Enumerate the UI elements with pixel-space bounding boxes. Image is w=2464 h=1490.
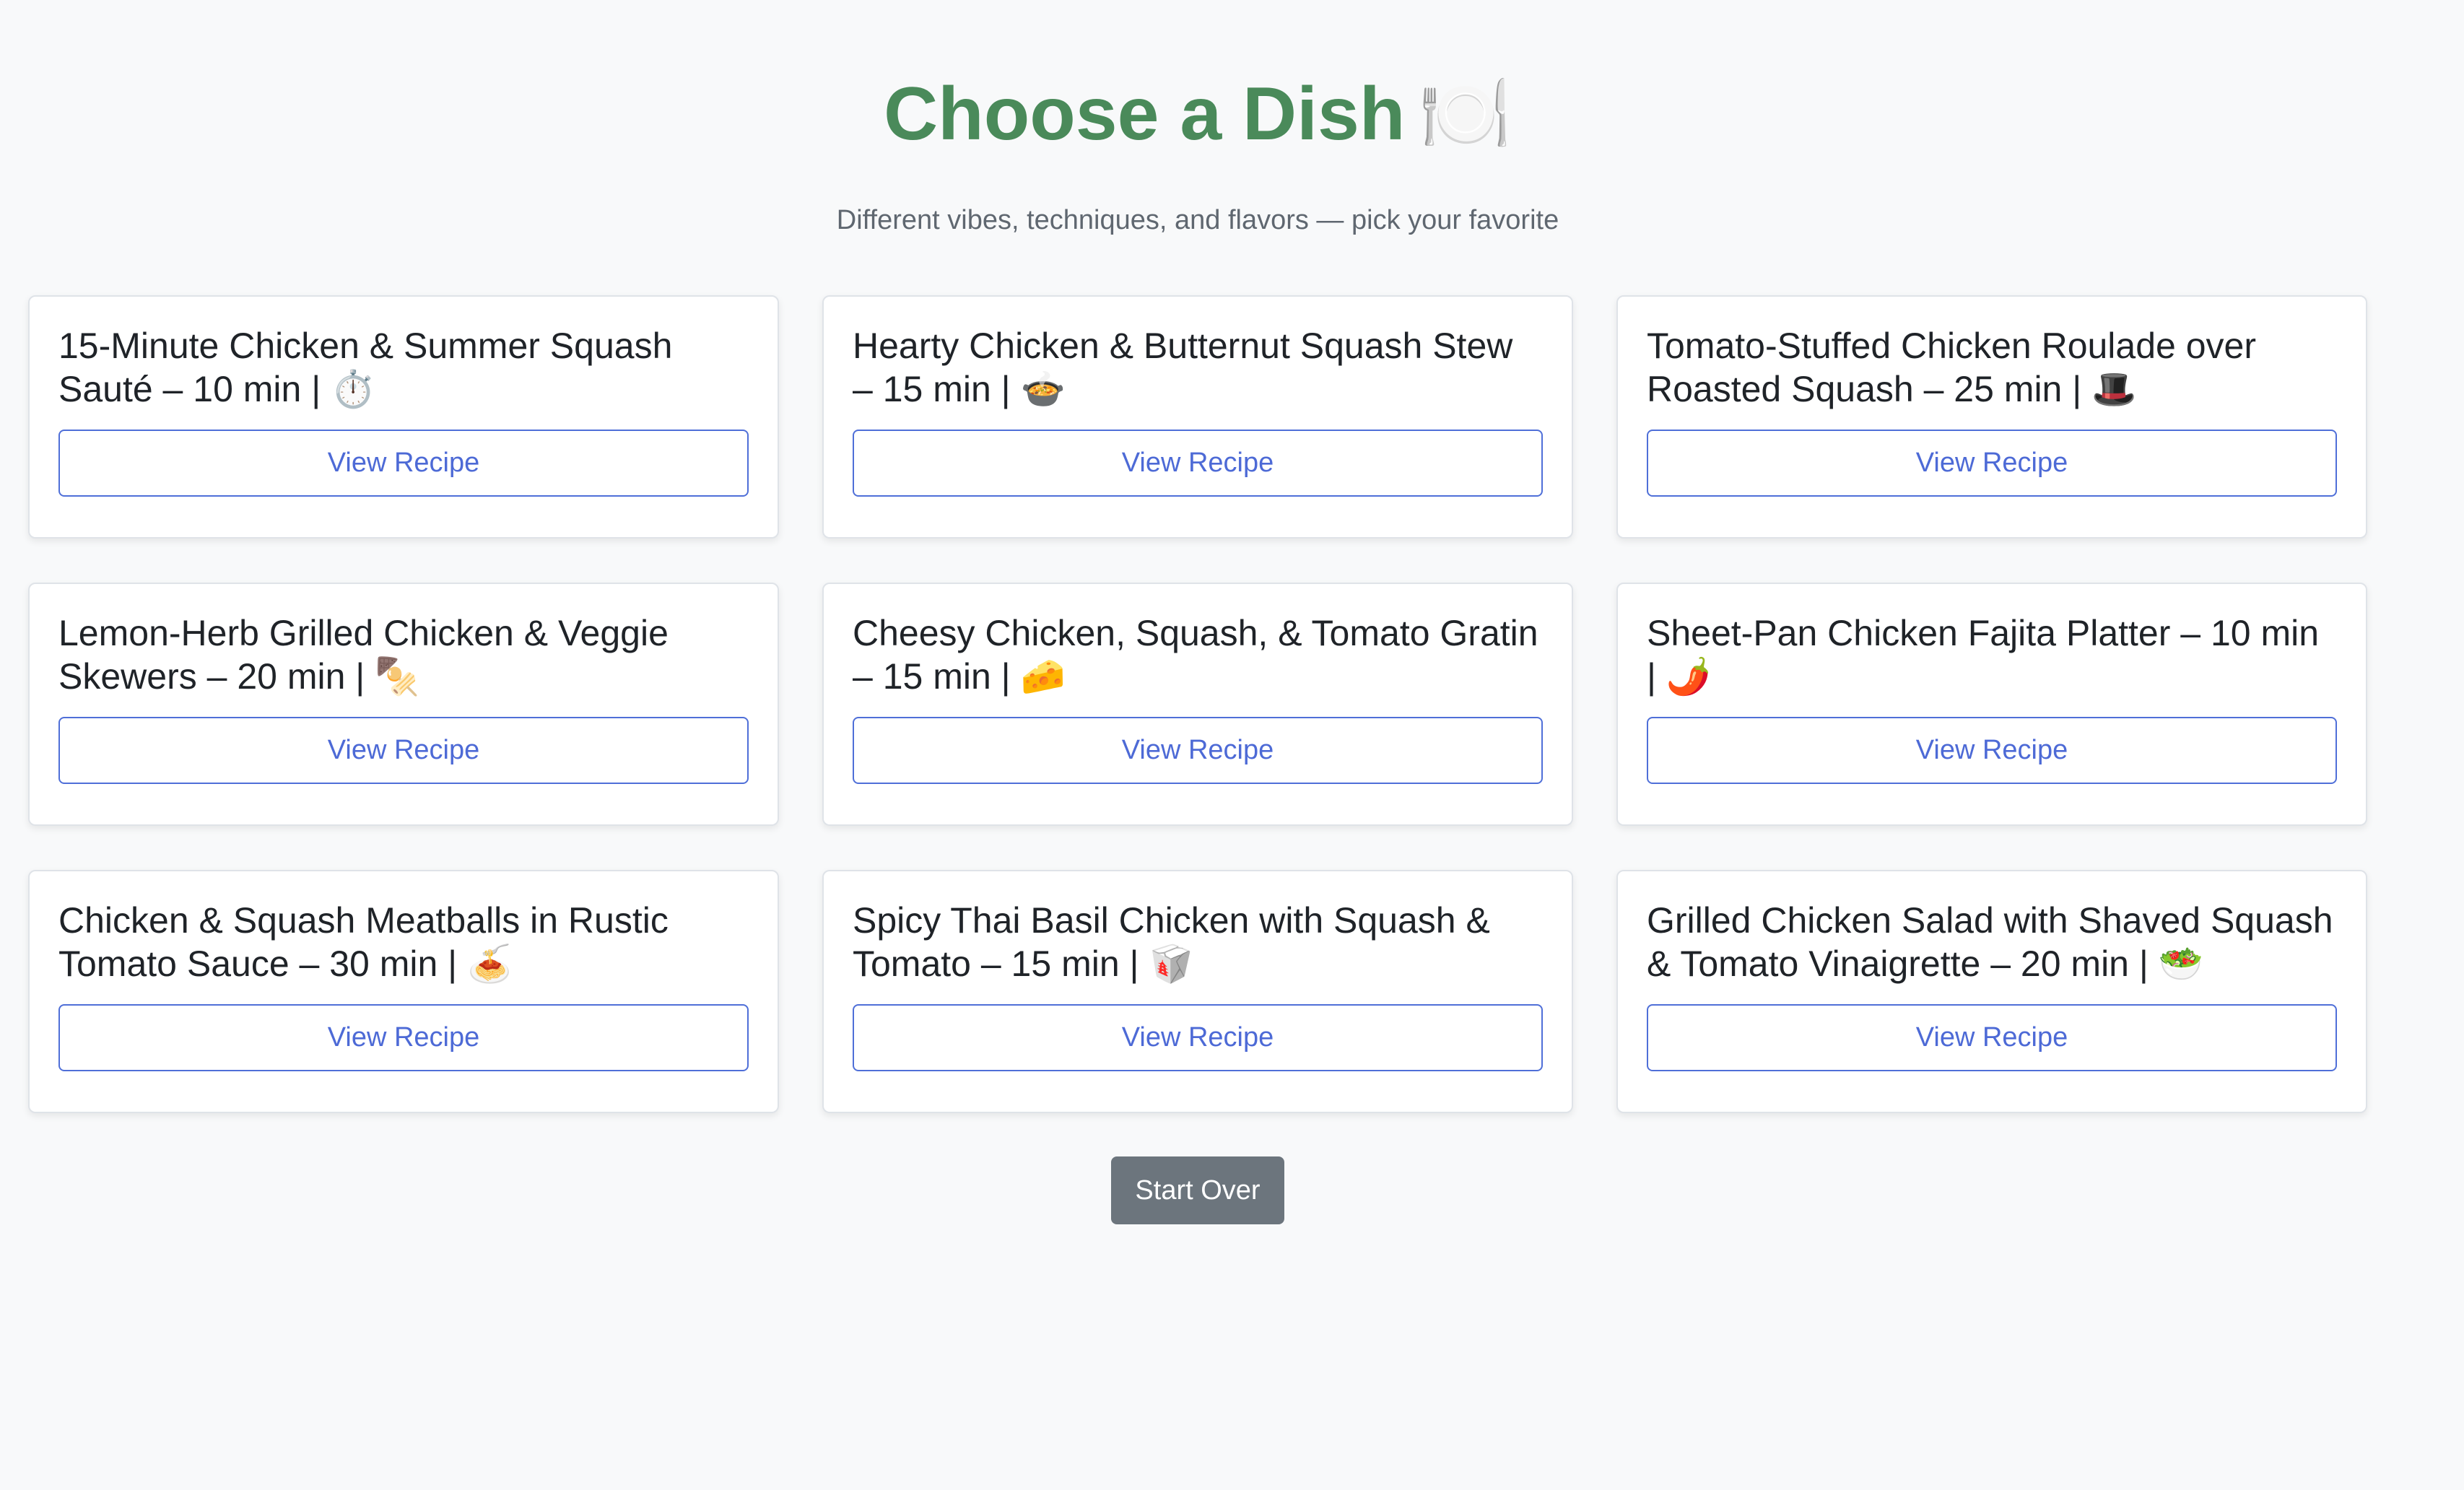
view-recipe-button[interactable]: View Recipe bbox=[853, 430, 1543, 497]
dish-card: Chicken & Squash Meatballs in Rustic Tom… bbox=[28, 870, 779, 1113]
dish-title: Grilled Chicken Salad with Shaved Squash… bbox=[1647, 900, 2333, 984]
page-title: Choose a Dish 🍽️ bbox=[0, 64, 2395, 165]
dish-card: Sheet-Pan Chicken Fajita Platter – 10 mi… bbox=[1616, 583, 2367, 826]
plate-cutlery-icon: 🍽️ bbox=[1418, 72, 1512, 156]
view-recipe-button[interactable]: View Recipe bbox=[1647, 430, 2337, 497]
view-recipe-button[interactable]: View Recipe bbox=[853, 1004, 1543, 1071]
start-over-button[interactable]: Start Over bbox=[1111, 1156, 1284, 1224]
page-footer: Start Over bbox=[0, 1156, 2395, 1224]
dish-card: Grilled Chicken Salad with Shaved Squash… bbox=[1616, 870, 2367, 1113]
dish-title: 15-Minute Chicken & Summer Squash Sauté … bbox=[58, 326, 673, 409]
view-recipe-button[interactable]: View Recipe bbox=[58, 1004, 749, 1071]
dish-card: Hearty Chicken & Butternut Squash Stew –… bbox=[822, 295, 1573, 539]
dish-card: Tomato-Stuffed Chicken Roulade over Roas… bbox=[1616, 295, 2367, 539]
dish-card: Cheesy Chicken, Squash, & Tomato Gratin … bbox=[822, 583, 1573, 826]
dish-card: Spicy Thai Basil Chicken with Squash & T… bbox=[822, 870, 1573, 1113]
dish-title: Lemon-Herb Grilled Chicken & Veggie Skew… bbox=[58, 613, 669, 697]
dish-title: Hearty Chicken & Butternut Squash Stew –… bbox=[853, 326, 1513, 409]
page-header: Choose a Dish 🍽️ Different vibes, techniq… bbox=[0, 64, 2395, 238]
view-recipe-button[interactable]: View Recipe bbox=[1647, 1004, 2337, 1071]
dish-title: Cheesy Chicken, Squash, & Tomato Gratin … bbox=[853, 613, 1538, 697]
view-recipe-button[interactable]: View Recipe bbox=[1647, 717, 2337, 784]
page-subtitle: Different vibes, techniques, and flavors… bbox=[836, 205, 1559, 235]
view-recipe-button[interactable]: View Recipe bbox=[58, 717, 749, 784]
page-title-text: Choose a Dish bbox=[884, 72, 1406, 156]
dish-title: Tomato-Stuffed Chicken Roulade over Roas… bbox=[1647, 326, 2256, 409]
dish-card: Lemon-Herb Grilled Chicken & Veggie Skew… bbox=[28, 583, 779, 826]
dish-title: Chicken & Squash Meatballs in Rustic Tom… bbox=[58, 900, 669, 984]
dish-grid: 15-Minute Chicken & Summer Squash Sauté … bbox=[28, 295, 2367, 1113]
dish-title: Sheet-Pan Chicken Fajita Platter – 10 mi… bbox=[1647, 613, 2320, 697]
view-recipe-button[interactable]: View Recipe bbox=[853, 717, 1543, 784]
dish-title: Spicy Thai Basil Chicken with Squash & T… bbox=[853, 900, 1490, 984]
view-recipe-button[interactable]: View Recipe bbox=[58, 430, 749, 497]
dish-card: 15-Minute Chicken & Summer Squash Sauté … bbox=[28, 295, 779, 539]
